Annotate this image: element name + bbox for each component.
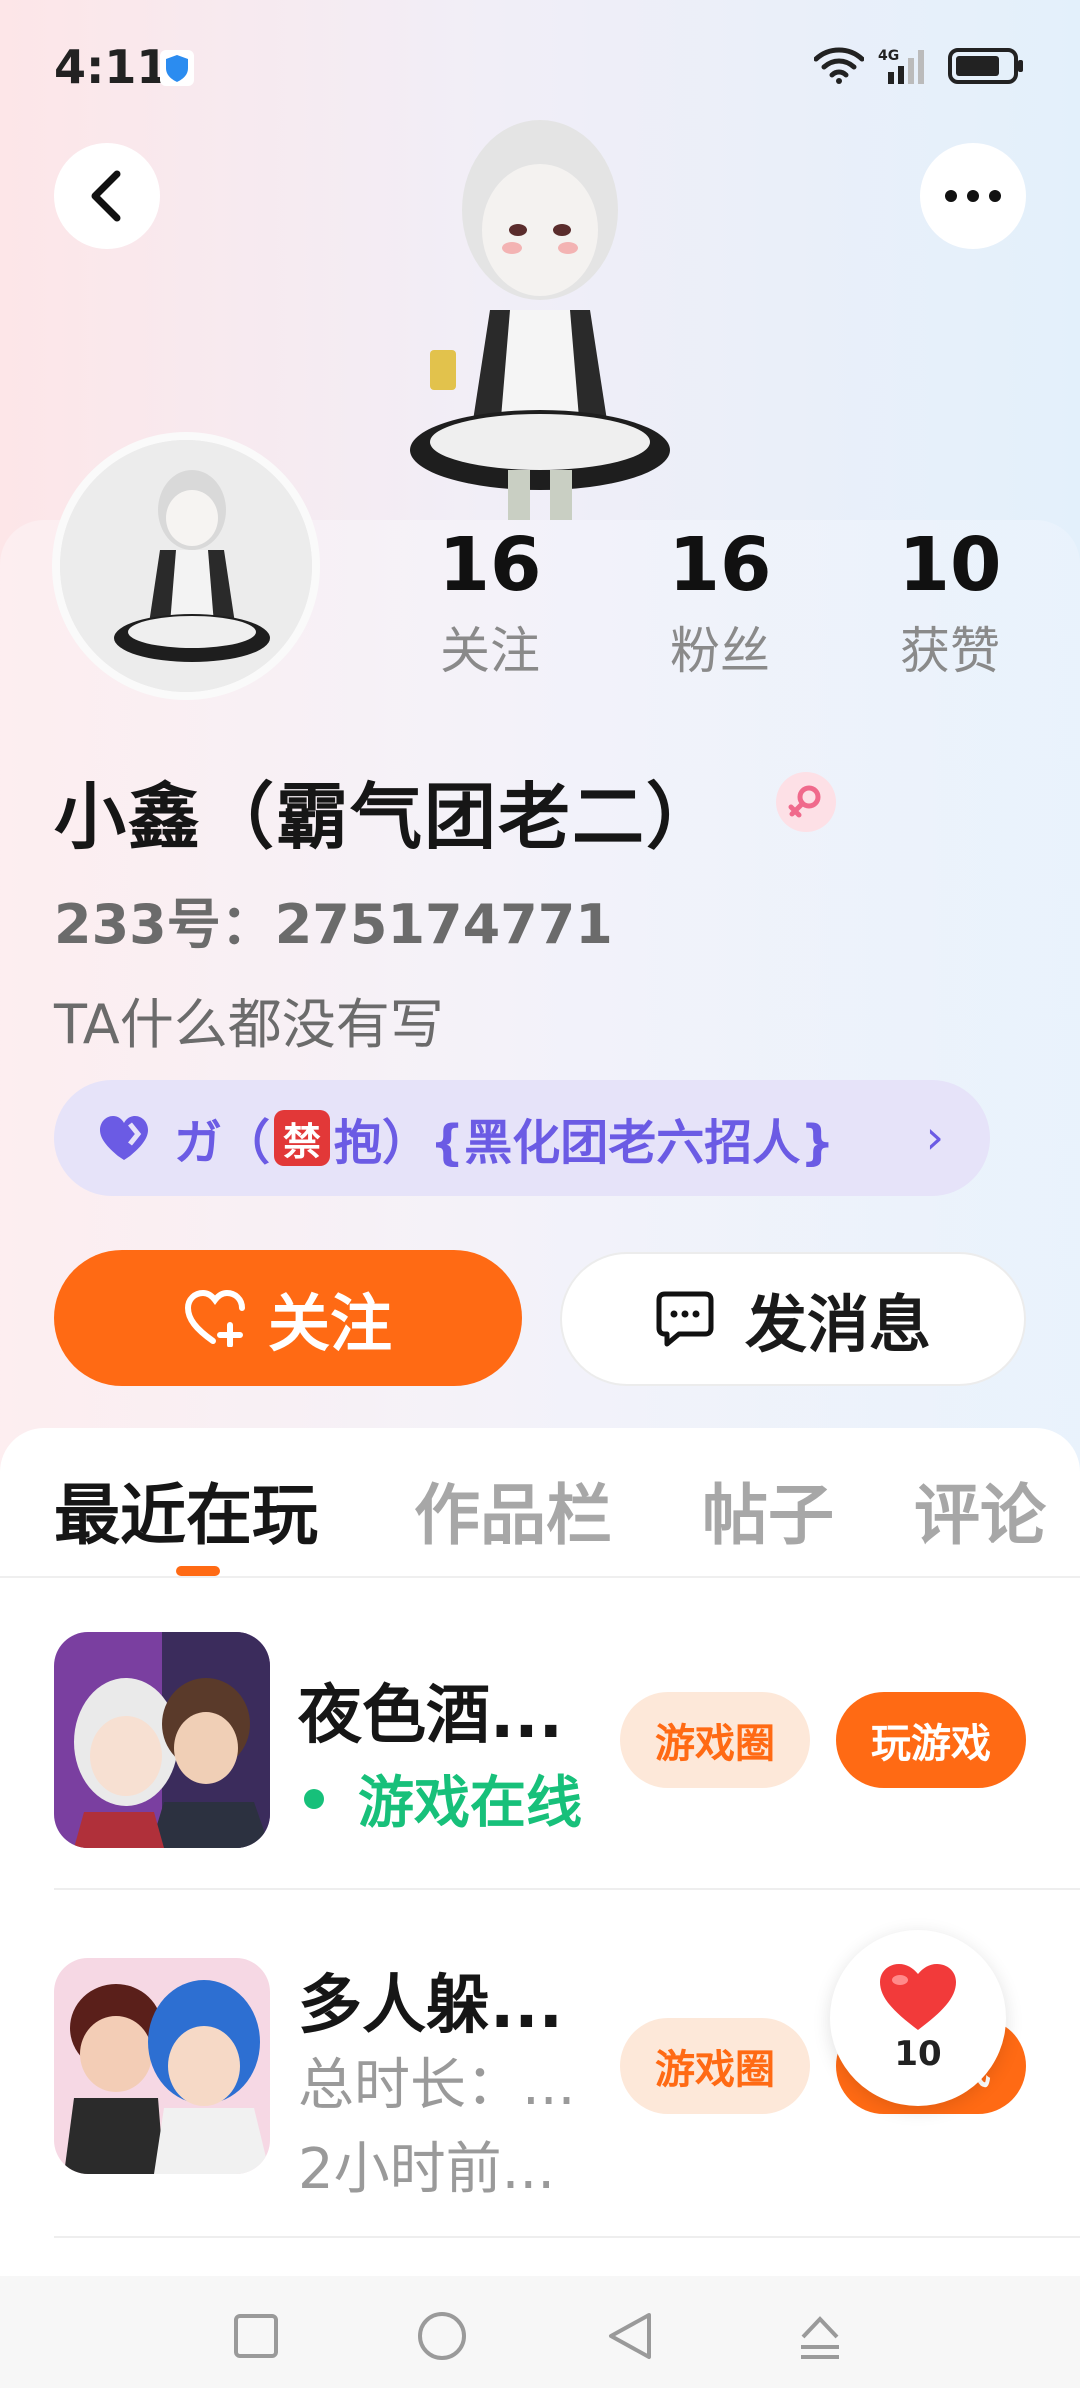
tab-divider bbox=[0, 1576, 1080, 1578]
character-banner-image bbox=[410, 120, 670, 520]
stat-following-label: 关注 bbox=[440, 622, 540, 680]
network-type: 4G bbox=[878, 48, 899, 64]
stat-following[interactable]: 16 关注 bbox=[400, 520, 580, 686]
more-dots-icon bbox=[945, 190, 1001, 202]
stat-likes[interactable]: 10 获赞 bbox=[860, 520, 1040, 686]
group-name-suffix: 抱）{黑化团老六招人} bbox=[334, 1115, 835, 1171]
tab-posts[interactable]: 帖子 bbox=[702, 1462, 834, 1558]
send-message-label: 发消息 bbox=[744, 1288, 931, 1361]
game-circle-button[interactable]: 游戏圈 bbox=[620, 1692, 810, 1788]
female-symbol-icon bbox=[788, 785, 821, 818]
shield-icon bbox=[160, 50, 194, 86]
battery-icon bbox=[948, 48, 1023, 84]
system-nav-bar bbox=[0, 2276, 1080, 2388]
ban-badge: 禁 bbox=[274, 1110, 331, 1166]
red-heart-icon bbox=[880, 1964, 956, 2030]
keyboard-toggle-button[interactable] bbox=[790, 2306, 850, 2366]
like-bubble[interactable]: 10 bbox=[830, 1930, 1006, 2106]
heart-icon bbox=[100, 1116, 148, 1160]
tab-comments[interactable]: 评论 bbox=[914, 1462, 1046, 1558]
wifi-icon bbox=[814, 47, 864, 84]
game-thumbnail bbox=[54, 1632, 270, 1848]
play-game-button[interactable]: 玩游戏 bbox=[836, 1692, 1026, 1788]
group-badge[interactable]: ガ（ 禁 抱）{黑化团老六招人} › bbox=[54, 1080, 990, 1196]
user-id: 233号：275174771 bbox=[54, 893, 613, 956]
group-name: ガ（ 禁 抱）{黑化团老六招人} bbox=[174, 1103, 834, 1173]
like-count: 10 bbox=[894, 2034, 942, 2074]
content-panel bbox=[0, 1428, 1080, 2388]
stat-followers-label: 粉丝 bbox=[670, 622, 770, 680]
stat-followers[interactable]: 16 粉丝 bbox=[630, 520, 810, 686]
row-divider bbox=[54, 1888, 1080, 1890]
last-played: 2小时前... bbox=[298, 2137, 556, 2202]
recent-apps-button[interactable] bbox=[226, 2306, 286, 2366]
tab-recently-played[interactable]: 最近在玩 bbox=[54, 1462, 318, 1558]
status-time: 4:11 bbox=[54, 40, 169, 94]
online-status-label: 游戏在线 bbox=[358, 1771, 582, 1836]
gender-badge bbox=[776, 772, 836, 832]
online-dot-icon bbox=[304, 1788, 324, 1809]
active-tab-indicator bbox=[176, 1566, 220, 1576]
stat-following-count: 16 bbox=[438, 522, 542, 608]
chat-bubble-icon bbox=[656, 1291, 714, 1347]
avatar[interactable] bbox=[52, 432, 320, 700]
row-divider bbox=[54, 2236, 1080, 2238]
signal-icon: 4G bbox=[878, 48, 924, 84]
online-status: 游戏在线 bbox=[298, 1758, 582, 1839]
avatar-image bbox=[60, 440, 312, 692]
game-thumbnail bbox=[54, 1958, 270, 2174]
circle-icon bbox=[418, 2312, 466, 2360]
game-icon[interactable] bbox=[54, 1632, 270, 1848]
group-name-prefix: ガ（ bbox=[174, 1115, 271, 1171]
follow-label: 关注 bbox=[267, 1287, 392, 1360]
upload-arrow-icon bbox=[801, 2316, 839, 2359]
stat-followers-count: 16 bbox=[668, 522, 772, 608]
total-playtime: 总时长：... bbox=[298, 2053, 576, 2118]
chevron-left-icon bbox=[91, 170, 121, 222]
game-circle-button[interactable]: 游戏圈 bbox=[620, 2018, 810, 2114]
status-bar: 4:11 4G bbox=[0, 0, 1080, 130]
more-options-button[interactable] bbox=[920, 143, 1026, 249]
send-message-button[interactable]: 发消息 bbox=[560, 1252, 1026, 1386]
chevron-right-icon: › bbox=[925, 1110, 944, 1164]
stat-likes-count: 10 bbox=[898, 522, 1002, 608]
bio: TA什么都没有写 bbox=[54, 993, 444, 1056]
tab-works[interactable]: 作品栏 bbox=[414, 1462, 612, 1558]
stat-likes-label: 获赞 bbox=[900, 622, 1000, 680]
nickname: 小鑫（霸气团老二） bbox=[54, 775, 721, 859]
add-heart-icon bbox=[184, 1289, 245, 1347]
home-button[interactable] bbox=[412, 2306, 472, 2366]
game-title: 多人躲... bbox=[298, 1969, 563, 2043]
game-icon[interactable] bbox=[54, 1958, 270, 2174]
game-title: 夜色酒... bbox=[298, 1679, 563, 1753]
back-button[interactable] bbox=[54, 143, 160, 249]
status-indicators: 4G bbox=[814, 46, 1024, 86]
back-nav-button[interactable] bbox=[600, 2306, 660, 2366]
follow-button[interactable]: 关注 bbox=[54, 1250, 522, 1386]
square-icon bbox=[234, 2314, 278, 2358]
triangle-back-icon bbox=[609, 2313, 651, 2359]
